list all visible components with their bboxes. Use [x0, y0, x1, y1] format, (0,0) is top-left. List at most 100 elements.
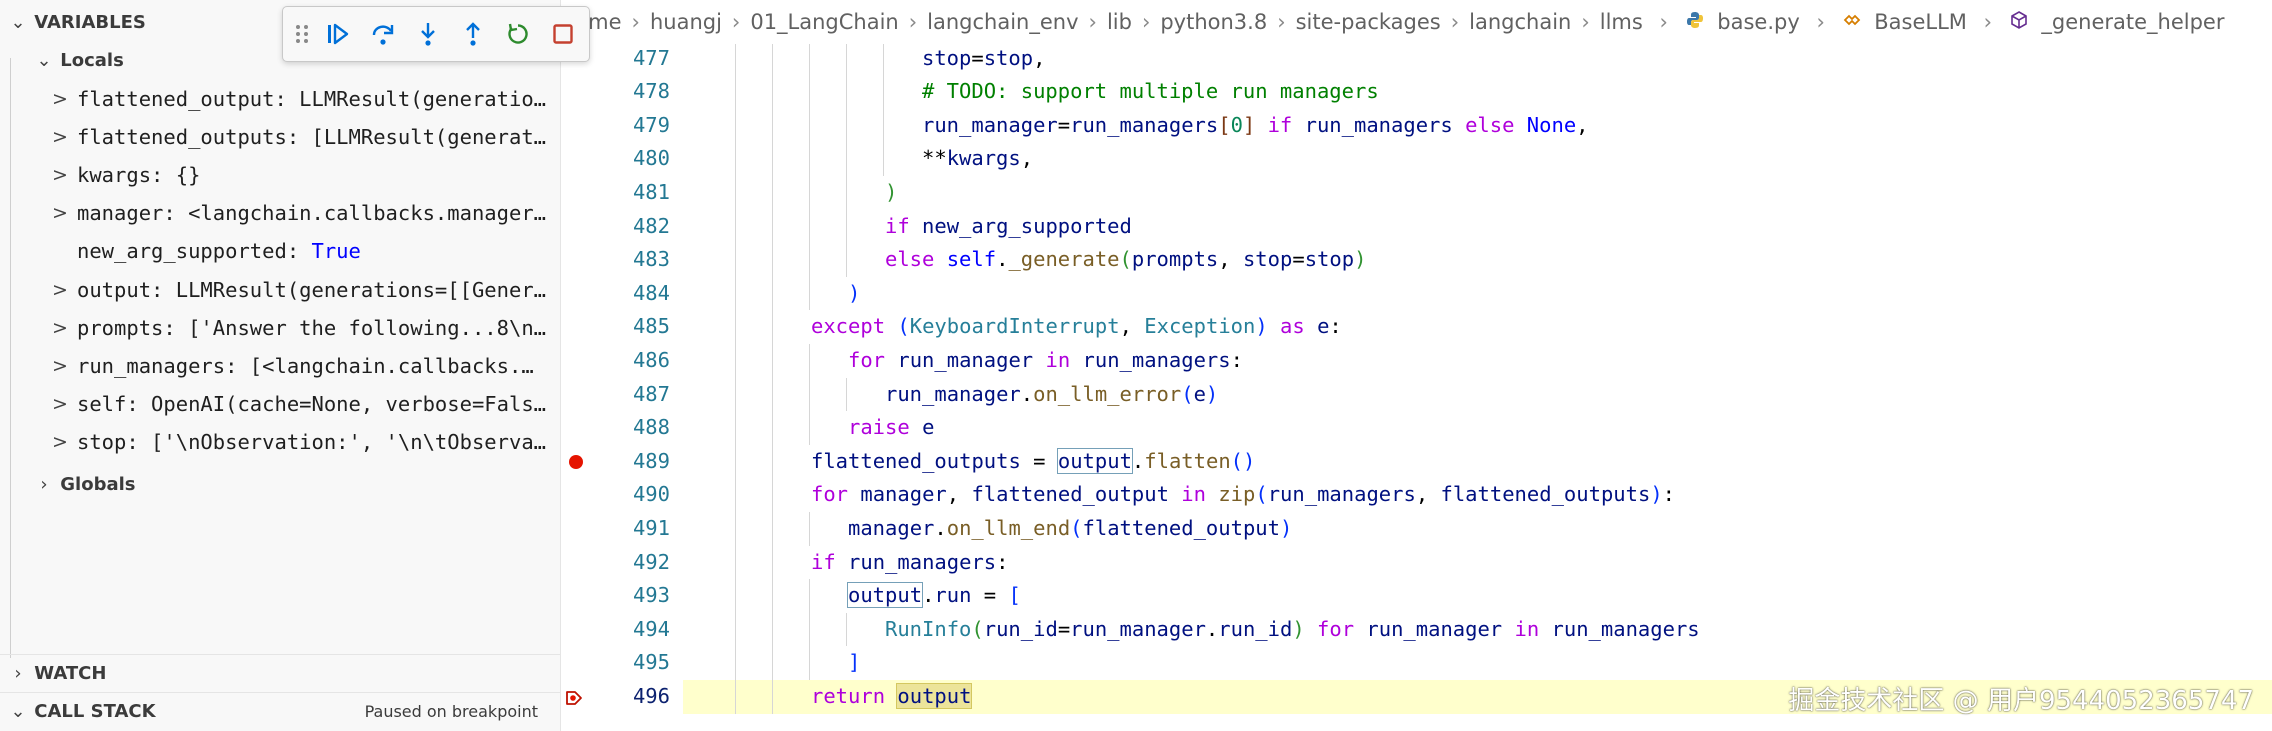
code-line[interactable]: ) — [683, 176, 2272, 210]
variable-row[interactable]: > manager: <langchain.callbacks.manager… — [0, 194, 560, 232]
globals-scope[interactable]: › Globals — [0, 466, 560, 504]
indent-guide — [772, 310, 773, 344]
gutter-line[interactable]: 485 — [562, 310, 678, 344]
line-number: 489 — [632, 448, 670, 473]
code-editor[interactable]: 4764774784794804814824834844854864874884… — [562, 0, 2272, 731]
breadcrumb-separator: › — [1450, 10, 1460, 34]
gutter-line[interactable]: 488 — [562, 411, 678, 445]
breadcrumb-segment[interactable]: 01_LangChain — [750, 10, 898, 34]
code-line[interactable]: raise e — [683, 411, 2272, 445]
code-line[interactable]: run_manager.on_llm_error(e) — [683, 377, 2272, 412]
indent-guide — [846, 377, 847, 412]
gutter-line[interactable]: 493 — [562, 579, 678, 613]
gutter-line[interactable]: 487 — [562, 378, 678, 412]
gripper-icon[interactable] — [289, 14, 315, 54]
variable-row[interactable]: > kwargs: {} — [0, 156, 560, 194]
breakpoint-icon[interactable] — [569, 454, 583, 469]
gutter-line[interactable]: 494 — [562, 613, 678, 647]
stop-button[interactable] — [540, 10, 585, 58]
restart-button[interactable] — [495, 10, 540, 58]
breadcrumb-segment[interactable]: python3.8 — [1160, 10, 1267, 34]
breadcrumb-separator: › — [1659, 10, 1668, 34]
variable-row[interactable]: > prompts: ['Answer the following...8\n… — [0, 309, 560, 347]
indent-guide — [772, 411, 773, 445]
breadcrumb-segment[interactable]: langchain — [1469, 10, 1571, 34]
indent-guide — [735, 646, 736, 680]
code-line[interactable]: ] — [683, 646, 2272, 680]
gutter-line[interactable]: 496 — [562, 680, 678, 714]
gutter-line[interactable]: 482 — [562, 210, 678, 244]
gutter-line[interactable]: 484 — [562, 277, 678, 311]
gutter-line[interactable]: 480 — [562, 142, 678, 176]
gutter-line[interactable]: 481 — [562, 176, 678, 210]
code-line[interactable]: for manager, flattened_output in zip(run… — [683, 478, 2272, 512]
variable-row[interactable]: > stop: ['\nObservation:', '\n\tObserva… — [0, 423, 560, 461]
variable-row[interactable]: new_arg_supported: True — [0, 232, 560, 270]
code-line[interactable]: output.run = [ — [683, 579, 2272, 613]
code-line[interactable]: ) — [683, 276, 2272, 311]
gutter-line[interactable]: 479 — [562, 109, 678, 143]
chevron-right-icon[interactable]: > — [50, 156, 70, 194]
variable-text: manager: <langchain.callbacks.manager… — [77, 201, 546, 226]
code-text: ) — [848, 280, 861, 305]
breadcrumb-method[interactable]: _generate_helper — [2041, 10, 2224, 34]
continue-button[interactable] — [315, 10, 360, 58]
breadcrumb-segment[interactable]: llms — [1600, 10, 1643, 34]
indent-guide — [735, 377, 736, 412]
gutter-line[interactable]: 489 — [562, 445, 678, 479]
chevron-right-icon[interactable]: > — [50, 194, 70, 232]
chevron-right-icon[interactable]: > — [50, 271, 70, 309]
code-line[interactable]: run_manager=run_managers[0] if run_manag… — [683, 108, 2272, 143]
variable-row[interactable]: > self: OpenAI(cache=None, verbose=Fals… — [0, 385, 560, 423]
breadcrumb-segment[interactable]: langchain_env — [927, 10, 1078, 34]
step-over-button[interactable] — [360, 10, 405, 58]
variable-row[interactable]: > output: LLMResult(generations=[[Gener… — [0, 271, 560, 309]
chevron-right-icon[interactable]: > — [50, 118, 70, 156]
line-number: 490 — [632, 482, 670, 507]
indent-guide — [809, 209, 810, 244]
step-out-button[interactable] — [450, 10, 495, 58]
gutter-line[interactable]: 491 — [562, 512, 678, 546]
breadcrumb-segment[interactable]: lib — [1107, 10, 1132, 34]
python-file-icon — [1685, 1, 1705, 44]
variable-row[interactable]: > run_managers: [<langchain.callbacks.… — [0, 347, 560, 385]
call-stack-section-header[interactable]: ⌄ CALL STACK Paused on breakpoint — [0, 692, 560, 730]
variable-row[interactable]: > flattened_outputs: [LLMResult(generat… — [0, 118, 560, 156]
breadcrumb-class[interactable]: BaseLLM — [1874, 10, 1967, 34]
breadcrumb-segment[interactable]: site-packages — [1296, 10, 1441, 34]
variables-title: VARIABLES — [34, 12, 146, 33]
code-line[interactable]: # TODO: support multiple run managers — [683, 75, 2272, 109]
chevron-right-icon[interactable]: > — [50, 347, 70, 385]
code-line[interactable]: if new_arg_supported — [683, 209, 2272, 244]
indent-guide — [735, 176, 736, 210]
code-line[interactable]: for run_manager in run_managers: — [683, 344, 2272, 378]
variable-row[interactable]: > flattened_output: LLMResult(generatio… — [0, 80, 560, 118]
gutter-line[interactable]: 486 — [562, 344, 678, 378]
breadcrumb-file[interactable]: base.py — [1717, 10, 1800, 34]
chevron-right-icon[interactable]: > — [50, 423, 70, 461]
watch-section-header[interactable]: › WATCH — [0, 654, 560, 692]
indent-guide — [735, 512, 736, 546]
gutter-line[interactable]: 490 — [562, 478, 678, 512]
step-into-button[interactable] — [405, 10, 450, 58]
chevron-right-icon[interactable]: > — [50, 80, 70, 118]
gutter-line[interactable]: 492 — [562, 546, 678, 580]
code-area[interactable]: prompts,stop=stop,# TODO: support multip… — [683, 0, 2272, 731]
chevron-right-icon[interactable]: > — [50, 309, 70, 347]
code-line[interactable]: manager.on_llm_end(flattened_output) — [683, 512, 2272, 546]
chevron-right-icon[interactable]: > — [50, 385, 70, 423]
gutter-line[interactable]: 478 — [562, 75, 678, 109]
gutter-line[interactable]: 495 — [562, 646, 678, 680]
code-line[interactable]: RunInfo(run_id=run_manager.run_id) for r… — [683, 612, 2272, 647]
code-line[interactable]: if run_managers: — [683, 545, 2272, 580]
gutter-line[interactable]: 483 — [562, 243, 678, 277]
code-text: flattened_outputs = output.flatten() — [811, 447, 1256, 474]
watermark: 掘金技术社区 @ 用户9544052365747 — [1788, 686, 2254, 716]
code-line[interactable]: else self._generate(prompts, stop=stop) — [683, 243, 2272, 277]
code-line[interactable]: **kwargs, — [683, 142, 2272, 176]
indent-guide — [846, 209, 847, 244]
code-line[interactable]: except (KeyboardInterrupt, Exception) as… — [683, 310, 2272, 344]
code-line[interactable]: stop=stop, — [683, 41, 2272, 76]
code-line[interactable]: flattened_outputs = output.flatten() — [683, 444, 2272, 479]
breadcrumb-segment[interactable]: huangj — [650, 10, 722, 34]
